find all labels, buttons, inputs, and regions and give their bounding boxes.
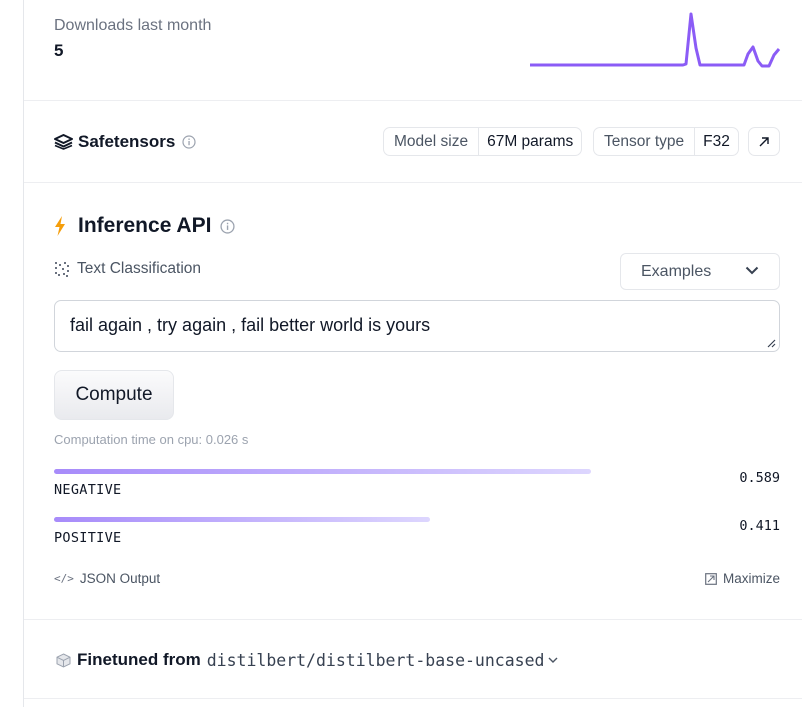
json-output-label: JSON Output	[79, 571, 161, 586]
info-icon[interactable]	[182, 135, 196, 149]
chevron-down-icon	[745, 266, 759, 275]
downloads-label: Downloads last month	[54, 17, 212, 34]
result-score-negative: 0.589	[739, 470, 780, 486]
finetuned-from-row[interactable]: Finetuned from distilbert/distilbert-bas…	[56, 649, 558, 671]
model-size-label: Model size	[384, 128, 480, 155]
downloads-sparkline	[530, 12, 781, 68]
safetensors-title: Safetensors	[78, 132, 176, 151]
safetensors-layers-icon	[54, 132, 74, 152]
negative-score-bar	[54, 469, 591, 474]
result-score-positive: 0.411	[739, 518, 780, 534]
text-classification-icon	[54, 261, 71, 277]
examples-label: Examples	[641, 262, 712, 280]
model-size-value: 67M params	[487, 132, 574, 150]
chevron-down-icon[interactable]	[548, 657, 558, 664]
open-safetensors-button[interactable]	[748, 127, 780, 156]
lightning-bolt-icon	[54, 216, 68, 236]
compute-button[interactable]: Compute	[54, 370, 174, 420]
tensor-type-badge: Tensor type F32	[593, 127, 739, 156]
tensor-type-label: Tensor type	[594, 128, 696, 155]
resize-handle-icon[interactable]	[766, 338, 776, 348]
finetuned-from-label: Finetuned from	[77, 650, 201, 669]
result-label-negative: NEGATIVE	[54, 482, 122, 498]
inference-input-text: fail again , try again , fail better wor…	[70, 315, 431, 335]
inference-input-textarea[interactable]: fail again , try again , fail better wor…	[54, 300, 780, 352]
maximize-label: Maximize	[722, 571, 780, 586]
divider	[24, 100, 802, 101]
base-model-link[interactable]: distilbert/distilbert-base-uncased	[207, 651, 545, 670]
task-label: Text Classification	[77, 260, 202, 277]
computation-time: Computation time on cpu: 0.026 s	[54, 432, 249, 447]
inference-api-title: Inference API	[78, 214, 212, 237]
model-size-badge: Model size 67M params	[383, 127, 583, 156]
task-type: Text Classification	[54, 259, 201, 279]
inference-api-header: Inference API	[54, 212, 236, 240]
json-output-button[interactable]: </> JSON Output	[54, 571, 160, 586]
arrow-up-right-icon	[759, 136, 769, 146]
safetensors-row: Safetensors	[54, 130, 196, 154]
tensor-type-value: F32	[703, 132, 730, 150]
maximize-icon	[705, 572, 717, 585]
divider	[24, 619, 802, 620]
info-icon[interactable]	[220, 218, 236, 234]
result-label-positive: POSITIVE	[54, 530, 122, 546]
left-border	[23, 0, 24, 707]
examples-dropdown[interactable]: Examples	[620, 253, 780, 290]
code-icon: </>	[54, 572, 74, 585]
positive-score-bar	[54, 517, 430, 522]
divider	[24, 182, 802, 183]
downloads-value: 5	[54, 41, 64, 60]
cube-icon	[56, 652, 71, 668]
divider	[24, 698, 802, 699]
maximize-button[interactable]: Maximize	[705, 571, 780, 586]
